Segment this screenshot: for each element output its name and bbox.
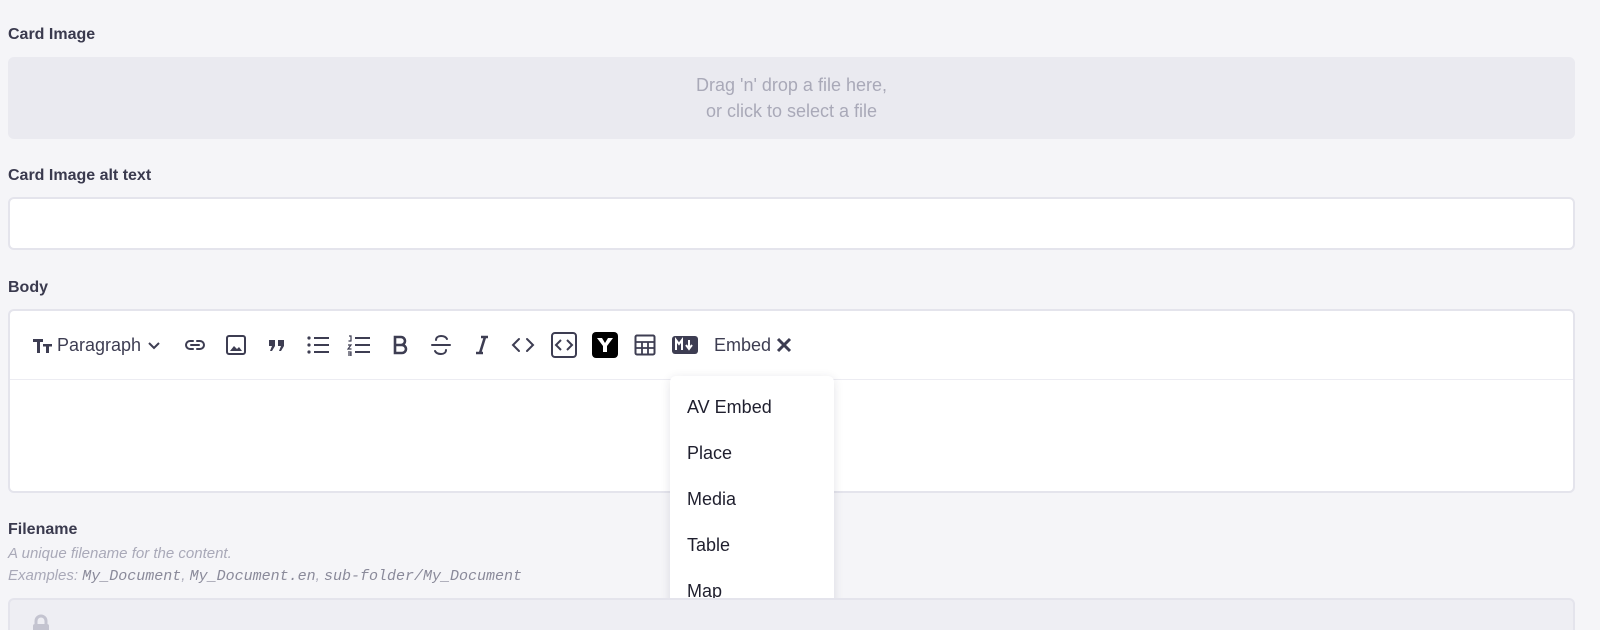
filename-label: Filename [8,521,78,538]
card-image-label: Card Image [8,26,96,43]
editor-toolbar: Paragraph Embed [10,311,1573,380]
markdown-icon[interactable] [671,332,699,358]
bold-icon[interactable] [387,332,413,358]
example-1: My_Document [82,568,182,585]
bullet-list-icon[interactable] [305,332,331,358]
lock-icon [30,614,52,630]
embed-label: Embed [714,334,772,355]
examples-prefix: Examples: [8,567,83,584]
y-brand-icon[interactable] [591,332,619,358]
examples-sep-1: , [181,567,190,584]
text-size-icon [32,335,54,355]
embed-menu-item-place[interactable]: Place [670,436,834,482]
filename-input[interactable] [8,598,1575,630]
image-icon[interactable] [223,332,249,358]
paragraph-label: Paragraph [57,334,142,355]
embed-dropdown-menu: AV Embed Place Media Table Map [670,376,834,617]
embed-menu-item-media[interactable]: Media [670,482,834,528]
italic-icon[interactable] [469,332,495,358]
filename-hint: A unique filename for the content. [8,545,232,562]
embed-button[interactable]: Embed [714,332,792,358]
paragraph-dropdown[interactable]: Paragraph [32,332,161,358]
chevron-down-icon [147,338,161,352]
close-icon[interactable] [776,337,792,353]
example-2: My_Document.en [189,568,316,585]
strikethrough-icon[interactable] [428,332,454,358]
filename-examples: Examples: My_Document, My_Document.en, s… [8,567,522,585]
link-icon[interactable] [182,332,208,358]
card-image-dropzone[interactable]: Drag 'n' drop a file here, or click to s… [8,57,1575,139]
dropzone-line-2: or click to select a file [705,101,878,121]
quote-icon[interactable] [264,332,290,358]
card-image-alt-label: Card Image alt text [8,167,152,184]
embed-menu-item-av-embed[interactable]: AV Embed [670,390,834,436]
examples-sep-2: , [315,567,324,584]
code-block-icon[interactable] [550,332,578,358]
numbered-list-icon[interactable] [346,332,372,358]
embed-menu-item-table[interactable]: Table [670,528,834,574]
dropzone-line-1: Drag 'n' drop a file here, [696,75,887,95]
code-icon[interactable] [510,332,536,358]
card-image-alt-input[interactable] [8,197,1575,250]
example-3: sub-folder/My_Document [323,568,522,585]
table-icon[interactable] [632,332,658,358]
body-label: Body [8,279,48,296]
